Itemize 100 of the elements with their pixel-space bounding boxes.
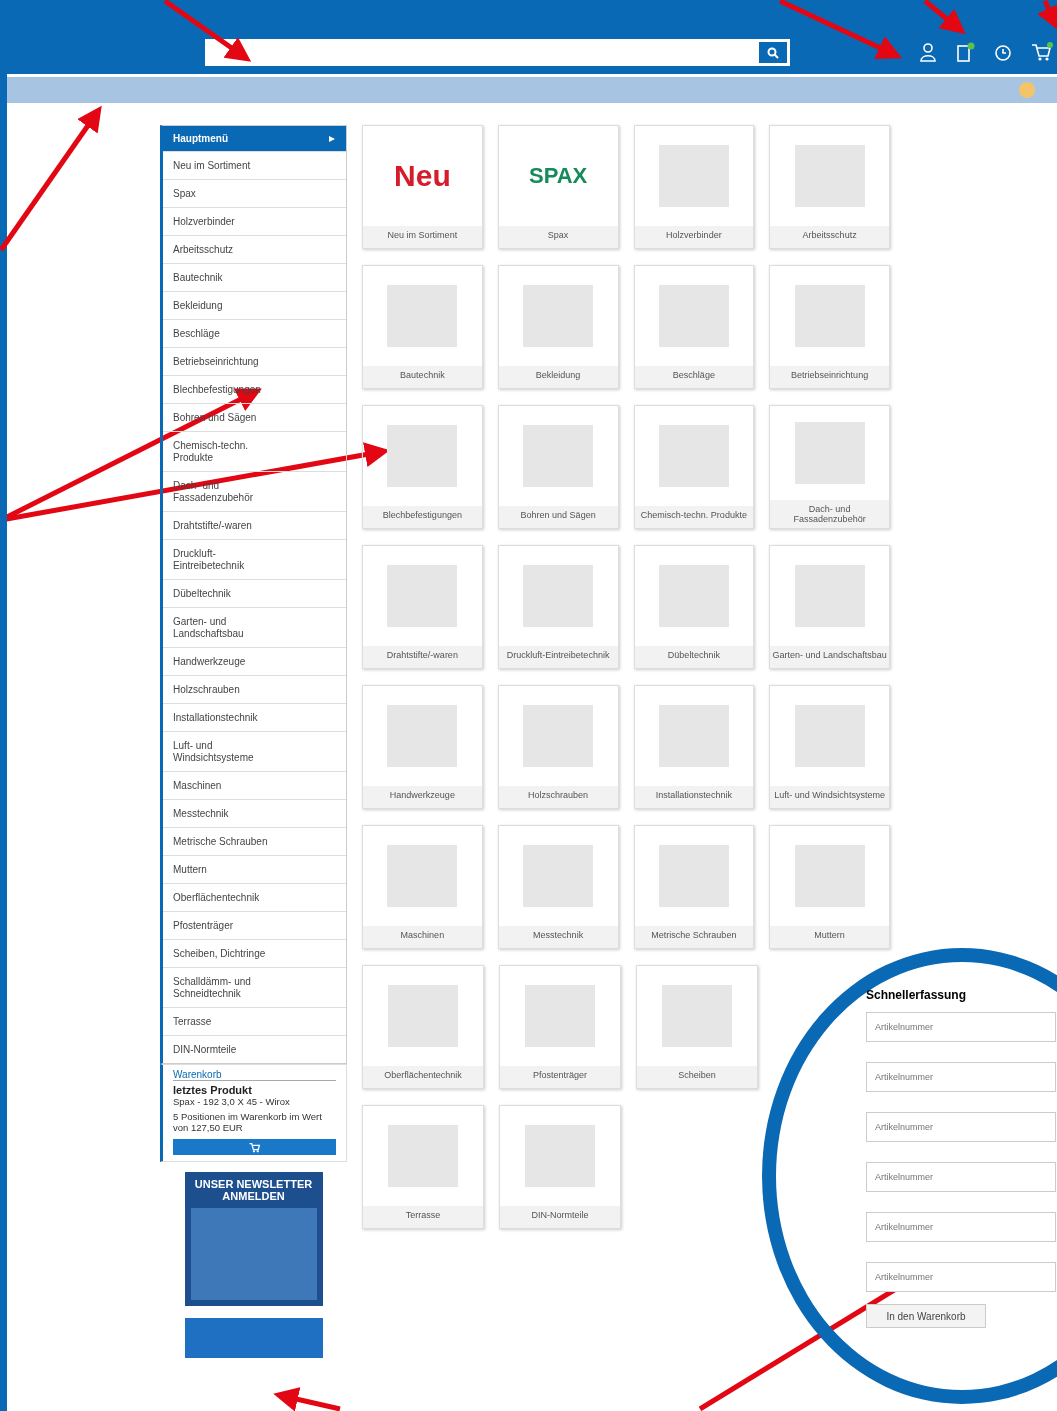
category-label: Betriebseinrichtung <box>770 366 889 388</box>
photo-placeholder <box>794 705 865 767</box>
category-tile[interactable]: Arbeitsschutz <box>769 125 890 249</box>
menu-item[interactable]: Messtechnik <box>163 799 346 827</box>
banner-headline: UNSER NEWSLETTER ANMELDEN <box>193 1178 314 1202</box>
category-label: Luft- und Windsichtsysteme <box>770 786 889 808</box>
cart-link[interactable]: Warenkorb <box>173 1069 336 1081</box>
category-label: Muttern <box>770 926 889 948</box>
category-tile[interactable]: Pfostenträger <box>499 965 621 1089</box>
menu-item[interactable]: Metrische Schrauben <box>163 827 346 855</box>
menu-item[interactable]: Drahtstifte/-waren <box>163 511 346 539</box>
category-tile[interactable]: SPAX Spax <box>497 125 619 249</box>
menu-item[interactable]: Holzverbinder <box>163 207 346 235</box>
category-tile[interactable]: Maschinen <box>362 825 483 949</box>
article-number-field[interactable]: Artikelnummer <box>866 1212 1056 1242</box>
annotation-arrow <box>273 1387 341 1411</box>
category-label: Beschläge <box>634 366 754 388</box>
menu-item[interactable]: Betriebseinrichtung <box>163 347 346 375</box>
category-tile[interactable]: Blechbefestigungen <box>362 405 483 529</box>
menu-item[interactable]: Chemisch-techn. Produkte <box>163 431 346 471</box>
category-tile[interactable]: Luft- und Windsichtsysteme <box>769 685 890 809</box>
category-tile[interactable]: Dach- und Fassadenzubehör <box>769 405 890 529</box>
category-tile[interactable]: Installationstechnik <box>633 685 755 809</box>
category-tile[interactable]: Bohren und Sägen <box>497 405 619 529</box>
menu-item[interactable]: Holzschrauben <box>163 675 346 703</box>
category-label: Pfostenträger <box>500 1066 620 1088</box>
annotation-arrow <box>1037 0 1057 32</box>
category-tile[interactable]: Drahtstifte/-waren <box>362 545 483 669</box>
category-tile[interactable]: Muttern <box>769 825 890 949</box>
cart-icon[interactable] <box>1031 42 1053 62</box>
menu-item[interactable]: Beschläge <box>163 319 346 347</box>
menu-item[interactable]: Oberflächentechnik <box>163 883 346 911</box>
category-tile[interactable]: Druckluft-Eintreibetechnik <box>497 545 619 669</box>
add-to-cart-button[interactable]: In den Warenkorb <box>866 1304 986 1328</box>
menu-item[interactable]: Luft- und Windsichtsysteme <box>163 731 346 771</box>
category-tile[interactable]: Holzschrauben <box>497 685 619 809</box>
menu-item[interactable]: Scheiben, Dichtringe <box>163 939 346 967</box>
category-label: Holzverbinder <box>634 226 754 248</box>
category-tile[interactable]: DIN-Normteile <box>499 1105 621 1229</box>
category-label: Scheiben <box>637 1066 757 1088</box>
menu-item[interactable]: DIN-Normteile <box>163 1035 346 1063</box>
category-label: Bohren und Sägen <box>498 506 618 528</box>
category-label: Holzschrauben <box>498 786 618 808</box>
category-tile[interactable]: Chemisch-techn. Produkte <box>633 405 755 529</box>
new-logo: Neu <box>394 159 451 193</box>
menu-item[interactable]: Neu im Sortiment <box>163 151 346 179</box>
photo-placeholder <box>387 425 458 487</box>
category-tile[interactable]: Terrasse <box>362 1105 484 1229</box>
menu-item[interactable]: Blechbefestigungen <box>163 375 346 403</box>
menu-header[interactable]: Hauptmenü <box>163 126 346 151</box>
menu-item[interactable]: Spax <box>163 179 346 207</box>
category-tile[interactable]: Betriebseinrichtung <box>769 265 890 389</box>
category-tile[interactable]: Neu Neu im Sortiment <box>362 125 483 249</box>
search-button[interactable] <box>759 42 787 63</box>
menu-item[interactable]: Muttern <box>163 855 346 883</box>
photo-placeholder <box>523 845 594 907</box>
photo-placeholder <box>387 705 458 767</box>
photo-placeholder <box>388 1125 458 1187</box>
article-number-field[interactable]: Artikelnummer <box>866 1012 1056 1042</box>
article-number-field[interactable]: Artikelnummer <box>866 1162 1056 1192</box>
menu-item[interactable]: Schalldämm- und Schneidtechnik <box>163 967 346 1007</box>
newsletter-banner[interactable]: UNSER NEWSLETTER ANMELDEN <box>184 1172 323 1306</box>
category-tile[interactable]: Scheiben <box>636 965 758 1089</box>
category-tile[interactable]: Bautechnik <box>362 265 483 389</box>
notepad-icon[interactable] <box>955 42 975 62</box>
photo-placeholder <box>794 845 865 907</box>
photo-placeholder <box>523 425 594 487</box>
menu-item[interactable]: Druckluft-Eintreibetechnik <box>163 539 346 579</box>
search-icon <box>767 46 779 59</box>
menu-item[interactable]: Maschinen <box>163 771 346 799</box>
user-icon[interactable] <box>919 42 937 62</box>
photo-placeholder <box>387 845 458 907</box>
category-tile[interactable]: Handwerkzeuge <box>362 685 483 809</box>
photo-placeholder <box>658 145 729 207</box>
category-tile[interactable]: Holzverbinder <box>633 125 755 249</box>
article-number-field[interactable]: Artikelnummer <box>866 1062 1056 1092</box>
category-label: Dach- und Fassadenzubehör <box>770 500 889 528</box>
menu-item[interactable]: Pfostenträger <box>163 911 346 939</box>
menu-item[interactable]: Terrasse <box>163 1007 346 1035</box>
menu-item[interactable]: Bautechnik <box>163 263 346 291</box>
photo-placeholder <box>658 425 729 487</box>
article-number-field[interactable]: Artikelnummer <box>866 1262 1056 1292</box>
category-tile[interactable]: Metrische Schrauben <box>633 825 755 949</box>
annotation-arrow <box>923 0 966 35</box>
menu-item[interactable]: Dübeltechnik <box>163 579 346 607</box>
menu-item[interactable]: Installationstechnik <box>163 703 346 731</box>
category-tile[interactable]: Bekleidung <box>497 265 619 389</box>
menu-item[interactable]: Bekleidung <box>163 291 346 319</box>
category-tile[interactable]: Beschläge <box>633 265 755 389</box>
menu-item[interactable]: Handwerkzeuge <box>163 647 346 675</box>
category-tile[interactable]: Dübeltechnik <box>633 545 755 669</box>
clock-icon[interactable] <box>993 42 1013 62</box>
category-tile[interactable]: Oberflächentechnik <box>362 965 484 1089</box>
menu-item[interactable]: Arbeitsschutz <box>163 235 346 263</box>
category-tile[interactable]: Garten- und Landschaftsbau <box>769 545 890 669</box>
article-number-field[interactable]: Artikelnummer <box>866 1112 1056 1142</box>
menu-item[interactable]: Garten- und Landschaftsbau <box>163 607 346 647</box>
category-tile[interactable]: Messtechnik <box>497 825 619 949</box>
photo-placeholder <box>388 985 458 1047</box>
photo-placeholder <box>662 985 732 1047</box>
